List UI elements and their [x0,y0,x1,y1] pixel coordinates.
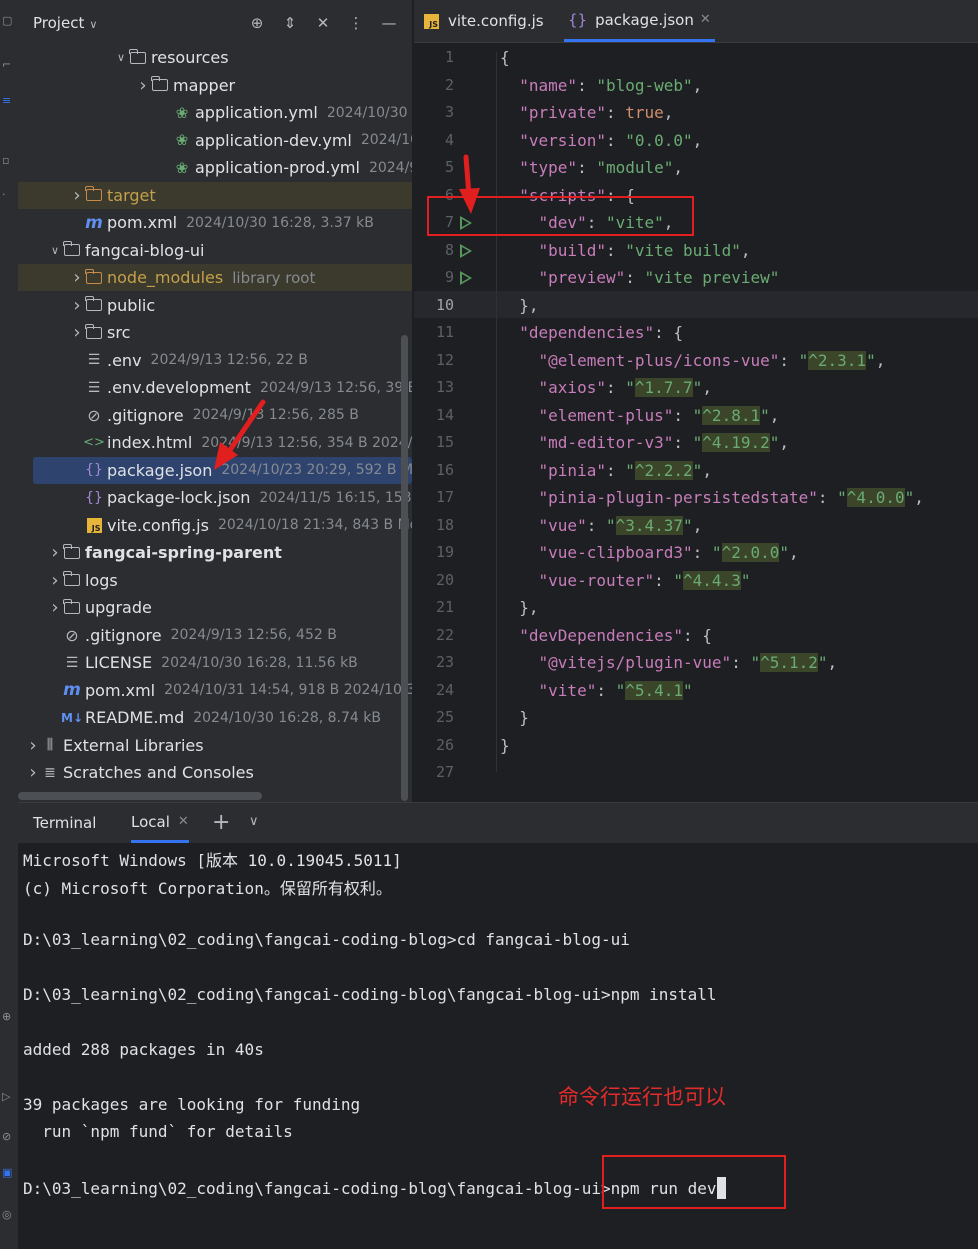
red-arrow-run-icon [459,154,480,214]
annotation-arrows [214,154,480,470]
red-arrow-package-json [214,399,266,470]
